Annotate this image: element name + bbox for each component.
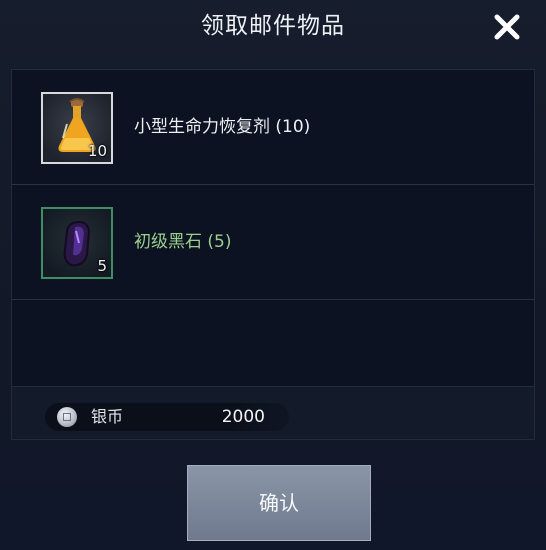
item-slot[interactable]: 10 (41, 92, 113, 164)
silver-coin-icon (57, 407, 77, 427)
dialog-title: 领取邮件物品 (201, 13, 345, 39)
currency-value: 2000 (221, 407, 265, 427)
item-name: 初级黑石 (5) (134, 232, 232, 252)
item-name: 小型生命力恢复剂 (10) (134, 117, 311, 137)
currency-display: 银币 2000 (45, 403, 289, 431)
currency-label: 银币 (91, 407, 124, 426)
close-icon[interactable] (492, 12, 522, 42)
confirm-button[interactable]: 确认 (187, 465, 371, 541)
item-slot[interactable]: 5 (41, 207, 113, 279)
item-quantity: 10 (87, 142, 107, 160)
mail-claim-dialog: 领取邮件物品 10 小型生命力恢复剂 (10) 5 初级黑石 (5) 银币 20… (0, 0, 546, 550)
currency-bar: 银币 2000 (11, 387, 535, 440)
item-list: 10 小型生命力恢复剂 (10) 5 初级黑石 (5) (11, 69, 535, 387)
list-item[interactable]: 5 初级黑石 (5) (12, 185, 534, 300)
item-quantity: 5 (97, 257, 107, 275)
list-item[interactable]: 10 小型生命力恢复剂 (10) (12, 70, 534, 185)
